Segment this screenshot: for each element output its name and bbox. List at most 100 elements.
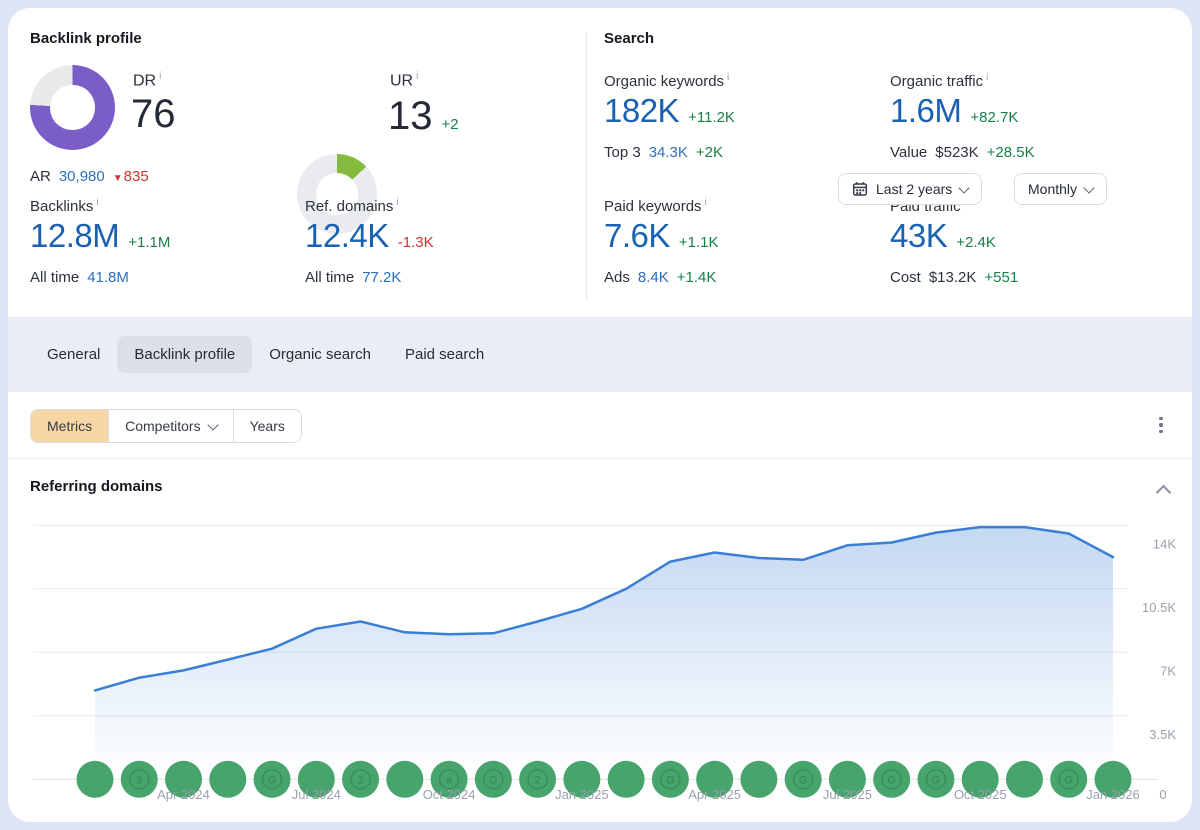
event-glyph: 2: [357, 774, 363, 786]
top3-value[interactable]: 34.3K: [649, 144, 688, 161]
backlinks-label: Backlinksi: [30, 197, 170, 215]
event-marker[interactable]: [740, 761, 777, 798]
paid-traffic-delta: +2.4K: [956, 234, 996, 251]
kebab-dot: [1159, 417, 1163, 421]
info-icon[interactable]: i: [727, 72, 729, 83]
kebab-dot: [1159, 430, 1163, 434]
ur-label: URi: [390, 71, 418, 90]
event-glyph: G: [932, 774, 941, 786]
x-axis-label: Oct 2024: [423, 787, 476, 802]
paid-traffic-value[interactable]: 43K: [890, 217, 947, 255]
event-marker[interactable]: [1006, 761, 1043, 798]
y-axis-zero-label: 0: [1159, 787, 1166, 802]
info-icon[interactable]: i: [986, 72, 988, 83]
down-triangle-icon: ▼: [113, 173, 123, 184]
organic-traffic-value[interactable]: 1.6M: [890, 92, 961, 130]
section-tabbar: General Backlink profile Organic search …: [8, 317, 1192, 392]
backlink-profile-title: Backlink profile: [30, 30, 142, 47]
area-fill: [95, 527, 1113, 779]
ar-label: AR: [30, 168, 51, 185]
organic-keywords-stat: Organic keywordsi 182K +11.2K Top 3 34.3…: [604, 72, 735, 161]
value-amount: $523K: [935, 144, 978, 161]
paid-traffic-stat: Paid traffici 43K +2.4K Cost $13.2K +551: [890, 197, 1018, 286]
event-glyph: G: [666, 774, 675, 786]
event-glyph: G: [799, 774, 808, 786]
organic-keywords-delta: +11.2K: [688, 109, 735, 126]
info-icon[interactable]: i: [159, 71, 161, 82]
granularity-button[interactable]: Monthly: [1014, 173, 1107, 205]
tab-backlink-profile[interactable]: Backlink profile: [117, 336, 252, 373]
event-marker[interactable]: [209, 761, 246, 798]
event-glyph: a: [446, 774, 453, 786]
info-icon[interactable]: i: [396, 197, 398, 208]
backlinks-alltime-value[interactable]: 41.8M: [87, 269, 129, 286]
ar-value[interactable]: 30,980: [59, 168, 105, 185]
x-axis-label: Apr 2025: [688, 787, 741, 802]
tab-paid-search[interactable]: Paid search: [388, 336, 501, 373]
x-axis-label: Oct 2025: [954, 787, 1007, 802]
chevron-down-icon: [1083, 182, 1094, 193]
collapse-chevron-icon[interactable]: [1156, 485, 1172, 501]
chevron-down-icon: [959, 182, 970, 193]
ref-domains-delta: -1.3K: [398, 234, 434, 251]
info-icon[interactable]: i: [705, 197, 707, 208]
y-axis-label: 10.5K: [1142, 600, 1176, 615]
years-button[interactable]: Years: [233, 410, 301, 442]
cost-label: Cost: [890, 269, 921, 286]
ur-value: 13: [388, 94, 433, 139]
ref-domains-alltime-value[interactable]: 77.2K: [362, 269, 401, 286]
organic-keywords-label: Organic keywordsi: [604, 72, 735, 90]
y-axis-label: 7K: [1160, 663, 1176, 678]
ar-row: AR 30,980 ▼835: [30, 168, 149, 185]
ref-domains-stat: Ref. domainsi 12.4K -1.3K All time 77.2K: [305, 197, 434, 286]
backlinks-alltime-label: All time: [30, 269, 79, 286]
backlinks-value[interactable]: 12.8M: [30, 217, 119, 255]
paid-keywords-delta: +1.1K: [679, 234, 719, 251]
event-glyph: G: [1064, 774, 1073, 786]
competitors-button[interactable]: Competitors: [108, 410, 232, 442]
chevron-down-icon: [207, 419, 218, 430]
ref-domains-value[interactable]: 12.4K: [305, 217, 389, 255]
tab-organic-search[interactable]: Organic search: [252, 336, 388, 373]
paid-keywords-label: Paid keywordsi: [604, 197, 719, 215]
organic-traffic-label: Organic traffici: [890, 72, 1035, 90]
dr-value: 76: [131, 92, 176, 137]
ur-value-row: 13 +2: [388, 94, 459, 139]
y-axis-label: 14K: [1153, 536, 1176, 551]
divider: [8, 458, 1192, 459]
x-axis-label: Jul 2025: [823, 787, 872, 802]
more-options-button[interactable]: [1148, 409, 1174, 441]
metrics-button[interactable]: Metrics: [31, 410, 108, 442]
top3-delta: +2K: [696, 144, 723, 161]
date-range-button[interactable]: Last 2 years: [838, 173, 982, 205]
event-marker[interactable]: [608, 761, 645, 798]
search-title: Search: [604, 30, 654, 47]
dr-gauge: [30, 65, 115, 150]
calendar-icon: [852, 181, 868, 197]
ads-delta: +1.4K: [677, 269, 717, 286]
backlinks-delta: +1.1M: [128, 234, 170, 251]
dr-gauge-hole: [50, 85, 94, 129]
ref-domains-alltime-label: All time: [305, 269, 354, 286]
ar-delta: ▼835: [113, 168, 149, 185]
organic-keywords-value[interactable]: 182K: [604, 92, 679, 130]
tab-general[interactable]: General: [30, 336, 117, 373]
ur-delta: +2: [442, 116, 459, 133]
x-axis-label: Apr 2024: [157, 787, 210, 802]
organic-traffic-delta: +82.7K: [970, 109, 1018, 126]
event-glyph: G: [887, 774, 896, 786]
info-icon[interactable]: i: [96, 197, 98, 208]
ads-value[interactable]: 8.4K: [638, 269, 669, 286]
cost-value: $13.2K: [929, 269, 977, 286]
x-axis-label: Jan 2025: [555, 787, 609, 802]
chart-title: Referring domains: [30, 478, 163, 495]
event-marker[interactable]: [386, 761, 423, 798]
backlinks-stat: Backlinksi 12.8M +1.1M All time 41.8M: [30, 197, 170, 286]
stats-divider: [586, 32, 587, 300]
event-marker[interactable]: [77, 761, 114, 798]
dashboard-card: Backlink profile DRi 76 AR 30,980 ▼835 U…: [8, 8, 1192, 822]
info-icon[interactable]: i: [416, 71, 418, 82]
paid-keywords-value[interactable]: 7.6K: [604, 217, 670, 255]
paid-keywords-stat: Paid keywordsi 7.6K +1.1K Ads 8.4K +1.4K: [604, 197, 719, 286]
view-toggle-group: Metrics Competitors Years: [30, 409, 302, 443]
